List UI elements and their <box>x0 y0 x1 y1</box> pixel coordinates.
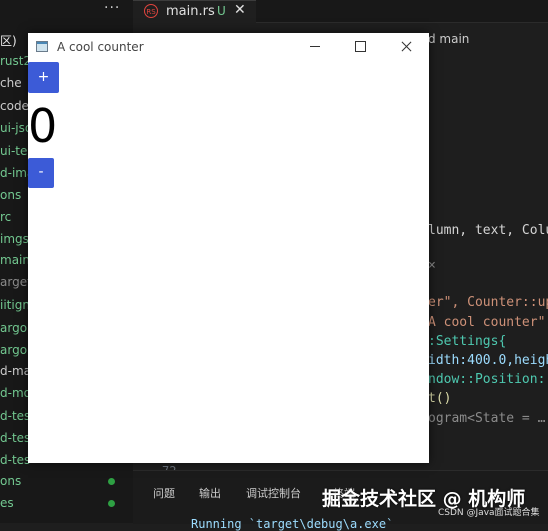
sidebar-item[interactable]: rust2 <box>0 50 31 72</box>
breadcrumb[interactable]: d main <box>428 32 469 46</box>
code-line: lumn, text, Colu <box>428 223 548 238</box>
more-actions-icon[interactable]: ··· <box>104 0 124 22</box>
sidebar-item[interactable]: argo. <box>0 317 31 339</box>
sidebar-item[interactable]: arget <box>0 271 32 293</box>
tab-output[interactable]: 输出 <box>199 485 221 501</box>
sidebar-item[interactable]: ons <box>0 470 21 492</box>
app-window: A cool counter + 0 - <box>28 33 429 463</box>
code-line: t() <box>428 391 452 406</box>
sidebar-item[interactable]: 区) <box>0 30 17 52</box>
code-line: ogram<State = … <box>428 411 546 426</box>
code-line: × <box>428 258 436 273</box>
tab-problems[interactable]: 问题 <box>153 485 175 501</box>
sidebar-item[interactable]: code <box>0 95 29 117</box>
sidebar-item[interactable]: es <box>0 492 14 514</box>
terminal-output: Running `target\debug\a.exe` <box>191 517 394 531</box>
minimize-button[interactable] <box>291 33 337 60</box>
counter-value: 0 <box>28 99 58 153</box>
sidebar-item[interactable]: main <box>0 249 30 271</box>
maximize-button[interactable] <box>337 33 383 60</box>
git-untracked-badge: U <box>217 4 226 18</box>
tab-main-rs[interactable]: RS main.rs U ✕ <box>133 0 256 23</box>
sidebar-header: ··· <box>0 0 133 24</box>
git-status-dot-icon <box>108 478 115 485</box>
close-tab-icon[interactable]: ✕ <box>234 2 246 18</box>
tab-debug-console[interactable]: 调试控制台 <box>246 485 301 501</box>
sidebar-item[interactable]: d-tes <box>0 427 30 449</box>
sidebar-item[interactable]: che <box>0 72 22 94</box>
sidebar-item[interactable]: imgs <box>0 228 29 250</box>
code-line: ndow::Position:: <box>428 372 548 387</box>
sidebar-item[interactable]: d-tes <box>0 449 30 471</box>
code-line: idth:400.0,heigh <box>428 353 548 368</box>
sidebar-item[interactable]: d-mo <box>0 382 31 404</box>
sidebar-item[interactable]: argo. <box>0 339 31 361</box>
increment-button[interactable]: + <box>28 62 59 93</box>
decrement-button[interactable]: - <box>28 158 54 188</box>
watermark-subtext: CSDN @Java面试题合集 <box>438 508 540 518</box>
editor-tab-bar: RS main.rs U ✕ <box>133 0 548 23</box>
tab-label: main.rs <box>166 4 215 19</box>
app-content: + 0 - <box>28 60 429 463</box>
code-line: :Settings{ <box>428 334 507 349</box>
git-status-dot-icon <box>108 500 115 507</box>
sidebar-item[interactable]: rc <box>0 206 11 228</box>
close-window-button[interactable] <box>383 33 429 60</box>
rust-file-icon: RS <box>144 4 158 18</box>
app-window-icon <box>36 41 48 52</box>
sidebar-item[interactable]: iitign <box>0 294 30 316</box>
sidebar-item[interactable]: d-tes <box>0 405 30 427</box>
code-line: er", Counter::up <box>428 295 548 310</box>
window-titlebar[interactable]: A cool counter <box>28 33 429 60</box>
sidebar-item[interactable]: ons <box>0 184 21 206</box>
code-line: A cool counter", <box>428 315 548 330</box>
sidebar-item[interactable]: d-ma <box>0 360 31 382</box>
window-title: A cool counter <box>57 40 144 54</box>
